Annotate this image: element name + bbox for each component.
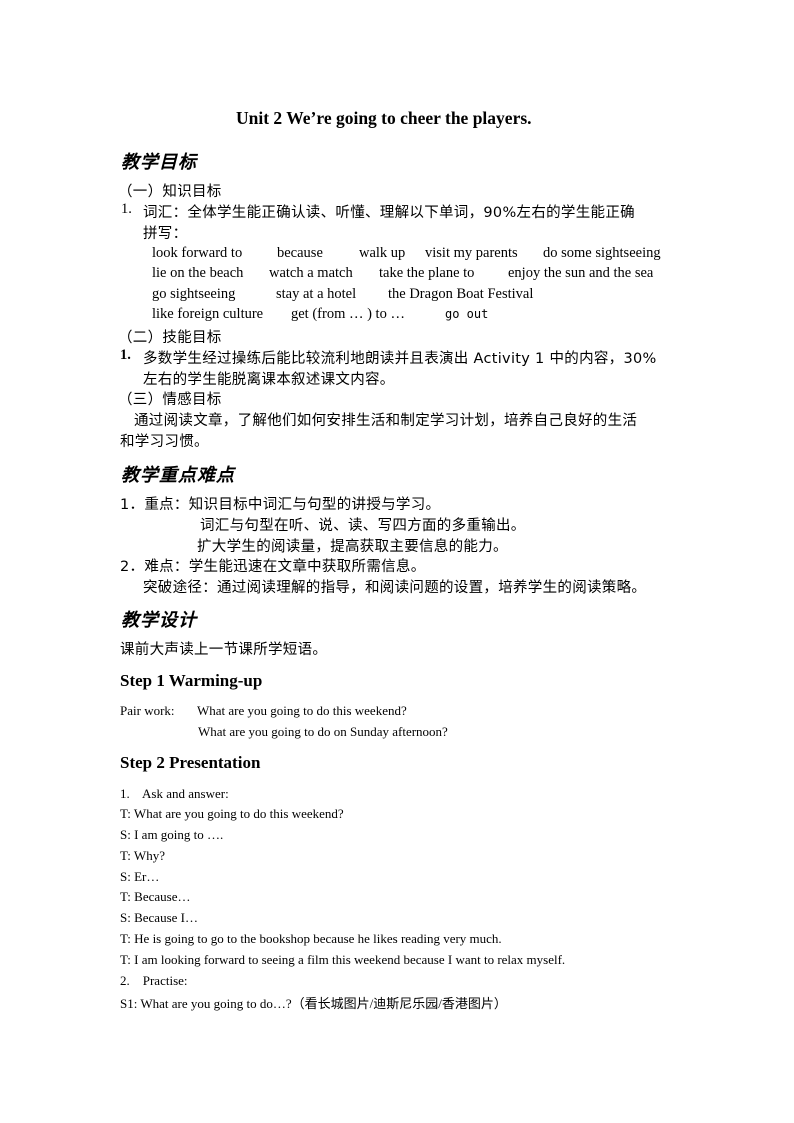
dialogue-line: S: Er…	[120, 869, 160, 884]
skills-objective-label: （二）技能目标	[118, 330, 222, 346]
section-heading-design: 教学设计	[121, 610, 197, 631]
vocab-term: do some sightseeing	[543, 245, 661, 261]
skills-item-text-cont: 左右的学生能脱离课本叙述课文内容。	[143, 372, 395, 388]
emotion-objective-label: （三）情感目标	[118, 392, 222, 408]
design-intro: 课前大声读上一节课所学短语。	[120, 642, 328, 658]
vocab-term: lie on the beach	[152, 265, 244, 281]
document-title: Unit 2 We’re going to cheer the players.	[236, 108, 532, 128]
dialogue-line: T: Why?	[120, 848, 165, 863]
pair-work-label: Pair work:	[120, 703, 175, 718]
step1-heading: Step 1 Warming-up	[120, 671, 263, 690]
vocab-term: go out	[445, 307, 489, 321]
skills-item-text: 多数学生经过操练后能比较流利地朗读并且表演出 Activity 1 中的内容，3…	[143, 351, 657, 367]
difficulty-line: 2．难点：学生能迅速在文章中获取所需信息。	[120, 559, 426, 575]
vocab-term: because	[277, 245, 323, 261]
vocab-term: stay at a hotel	[276, 286, 357, 302]
knowledge-item-text-cont: 拼写：	[143, 226, 188, 242]
vocab-term: enjoy the sun and the sea	[508, 265, 654, 281]
vocab-term: take the plane to	[379, 265, 475, 281]
vocab-row: go sightseeing stay at a hotel the Dragon …	[152, 286, 533, 303]
knowledge-objective-label: （一）知识目标	[118, 184, 222, 200]
vocab-term: walk up	[359, 245, 406, 261]
pair-work-question: What are you going to do this weekend?	[197, 703, 407, 718]
vocab-term: go sightseeing	[152, 286, 236, 302]
dialogue-line: 2. Practise:	[120, 973, 188, 988]
knowledge-item-text: 词汇：全体学生能正确认读、听懂、理解以下单词，90%左右的学生能正确	[143, 205, 635, 221]
dialogue-line: 1. Ask and answer:	[120, 786, 229, 801]
dialogue-line: T: He is going to go to the bookshop bec…	[120, 931, 502, 946]
document-page: Unit 2 We’re going to cheer the players.…	[0, 0, 794, 1123]
pair-work-question: What are you going to do on Sunday after…	[198, 724, 448, 739]
vocab-term: like foreign culture	[152, 306, 264, 322]
emotion-text: 通过阅读文章，了解他们如何安排生活和制定学习计划，培养自己良好的生活	[134, 413, 638, 429]
key-point-line: 1．重点：知识目标中词汇与句型的讲授与学习。	[120, 497, 441, 513]
vocab-row: lie on the beach watch a match take the pl…	[152, 265, 653, 282]
dialogue-line: T: Because…	[120, 889, 191, 904]
dialogue-line: T: What are you going to do this weekend…	[120, 806, 344, 821]
vocab-row: look forward to because walk up visit my pa…	[152, 245, 661, 262]
key-point-line: 词汇与句型在听、说、读、写四方面的多重输出。	[200, 518, 526, 534]
dialogue-line: T: I am looking forward to seeing a film…	[120, 952, 566, 967]
step2-heading: Step 2 Presentation	[120, 753, 261, 772]
emotion-text-cont: 和学习习惯。	[120, 434, 209, 450]
section-heading-objectives: 教学目标	[121, 152, 197, 173]
section-heading-key-points: 教学重点难点	[121, 465, 235, 486]
vocab-term: the Dragon Boat Festival	[388, 286, 534, 302]
skills-item-number: 1.	[120, 347, 131, 363]
difficulty-approach-line: 突破途径：通过阅读理解的指导，和阅读问题的设置，培养学生的阅读策略。	[143, 580, 647, 596]
knowledge-item-number: 1.	[121, 201, 132, 217]
key-point-line: 扩大学生的阅读量，提高获取主要信息的能力。	[197, 539, 508, 555]
dialogue-line: S: I am going to ….	[120, 827, 224, 842]
vocab-term: get (from … ) to …	[291, 306, 405, 322]
vocab-term: look forward to	[152, 245, 243, 261]
dialogue-line: S: Because I…	[120, 910, 198, 925]
dialogue-line: S1: What are you going to do…?（看长城图片/迪斯尼…	[120, 996, 507, 1011]
vocab-term: visit my parents	[425, 245, 518, 261]
vocab-term: watch a match	[269, 265, 353, 281]
vocab-row: like foreign culture get (from … ) to … go…	[152, 306, 488, 323]
